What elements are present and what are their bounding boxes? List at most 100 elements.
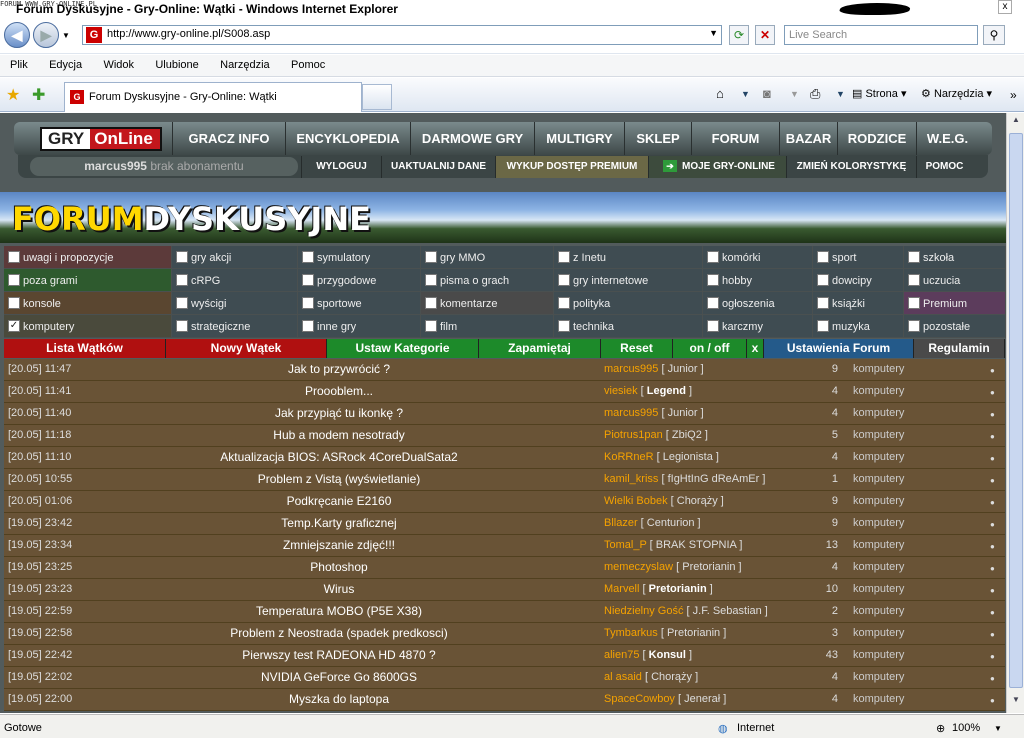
category-uwagi-i-propozycje[interactable]: uwagi i propozycje [4, 246, 172, 269]
menu-item-favorites[interactable]: Ulubione [145, 55, 206, 71]
thread-author[interactable]: al asaid [604, 671, 642, 683]
category-komputery[interactable]: ✓ komputery [4, 315, 172, 338]
category-checkbox[interactable] [425, 251, 437, 263]
home-icon[interactable]: ⌂ [716, 86, 724, 101]
nav-gracz-info[interactable]: GRACZ INFO [172, 122, 285, 155]
thread-title[interactable]: Hub a modem nesotrady [154, 428, 524, 442]
nav-sklep[interactable]: SKLEP [624, 122, 691, 155]
category-strategiczne[interactable]: strategiczne [172, 315, 298, 338]
thread-row[interactable]: [19.05] 22:59 Temperatura MOBO (P5E X38) N… [4, 601, 1005, 623]
close-window-button[interactable]: x [998, 0, 1012, 14]
thread-row[interactable]: [20.05] 10:55 Problem z Vistą (wyświetlan… [4, 469, 1005, 491]
add-favorite-icon[interactable]: ✚ [32, 85, 45, 105]
thread-author[interactable]: Tymbarkus [604, 627, 658, 639]
page-menu-button[interactable]: ▤ Strona ▾ [852, 87, 906, 100]
thread-author[interactable]: marcus995 [604, 407, 658, 419]
scroll-up-icon[interactable]: ▲ [1009, 115, 1023, 131]
thread-author[interactable]: Niedzielny Gość [604, 605, 683, 617]
menu-item-tools[interactable]: Narzędzia [210, 55, 278, 71]
category-ogłoszenia[interactable]: ogłoszenia [703, 292, 813, 315]
category-checkbox[interactable] [302, 297, 314, 309]
thread-title[interactable]: Myszka do laptopa [154, 692, 524, 706]
thread-author[interactable]: Tomal_P [604, 539, 647, 551]
remember-button[interactable]: Zapamiętaj [479, 339, 601, 358]
category-checkbox[interactable] [908, 251, 920, 263]
category-checkbox[interactable] [8, 297, 20, 309]
site-logo[interactable]: GRY OnLine [40, 127, 162, 151]
thread-author[interactable]: Bllazer [604, 517, 638, 529]
category-checkbox[interactable] [425, 320, 437, 332]
thread-row[interactable]: [20.05] 11:41 Proooblem... viesiek [ Legen… [4, 381, 1005, 403]
category-checkbox[interactable] [558, 274, 570, 286]
category-crpg[interactable]: cRPG [172, 269, 298, 292]
category-komentarze[interactable]: komentarze [421, 292, 554, 315]
category-checkbox[interactable] [8, 251, 20, 263]
thread-row[interactable]: [19.05] 22:42 Pierwszy test RADEONA HD 48… [4, 645, 1005, 667]
category-checkbox[interactable] [176, 320, 188, 332]
category-książki[interactable]: książki [813, 292, 904, 315]
category-checkbox[interactable] [817, 251, 829, 263]
menu-item-view[interactable]: Widok [93, 55, 142, 71]
menu-item-file[interactable]: Plik [0, 55, 36, 71]
nav-weg[interactable]: W.E.G. [916, 122, 978, 155]
category-komórki[interactable]: komórki [703, 246, 813, 269]
thread-author[interactable]: alien75 [604, 649, 639, 661]
nav-rodzice[interactable]: RODZICE [837, 122, 916, 155]
thread-title[interactable]: Proooblem... [154, 384, 524, 398]
thread-row[interactable]: [20.05] 11:40 Jak przypiąć tu ikonkę ? mar… [4, 403, 1005, 425]
thread-title[interactable]: Jak to przywrócić ? [154, 362, 524, 376]
thread-author[interactable]: memeczyslaw [604, 561, 673, 573]
thread-row[interactable]: [20.05] 11:18 Hub a modem nesotrady Piotru… [4, 425, 1005, 447]
thread-row[interactable]: [19.05] 23:23 Wirus Marvell [ Pretorianin … [4, 579, 1005, 601]
category-checkbox[interactable] [8, 274, 20, 286]
category-checkbox[interactable] [302, 274, 314, 286]
rss-feed-icon[interactable]: ◙ [763, 86, 771, 101]
rss-dropdown-icon[interactable]: ▼ [790, 89, 799, 99]
category-muzyka[interactable]: muzyka [813, 315, 904, 338]
category-pisma-o-grach[interactable]: pisma o grach [421, 269, 554, 292]
zoom-dropdown-icon[interactable]: ▼ [994, 724, 1002, 733]
menu-item-edit[interactable]: Edycja [39, 55, 90, 71]
category-checkbox[interactable] [707, 320, 719, 332]
tools-menu-button[interactable]: ⚙ Narzędzia ▾ [921, 87, 992, 100]
thread-author[interactable]: Marvell [604, 583, 639, 595]
category-poza-grami[interactable]: poza grami [4, 269, 172, 292]
history-dropdown-icon[interactable]: ▼ [62, 31, 70, 40]
category-polityka[interactable]: polityka [554, 292, 703, 315]
category-dowcipy[interactable]: dowcipy [813, 269, 904, 292]
thread-title[interactable]: Podkręcanie E2160 [154, 494, 524, 508]
thread-author[interactable]: marcus995 [604, 363, 658, 375]
category-checkbox[interactable] [908, 297, 920, 309]
thread-title[interactable]: Problem z Neostrada (spadek predkosci) [154, 626, 524, 640]
thread-title[interactable]: Photoshop [154, 560, 524, 574]
thread-title[interactable]: Temperatura MOBO (P5E X38) [154, 604, 524, 618]
nav-multigry[interactable]: MULTIGRY [534, 122, 624, 155]
thread-row[interactable]: [19.05] 22:02 NVIDIA GeForce Go 8600GS al … [4, 667, 1005, 689]
close-filter-button[interactable]: x [747, 339, 764, 358]
home-dropdown-icon[interactable]: ▼ [741, 89, 750, 99]
buy-premium-link[interactable]: WYKUP DOSTĘP PREMIUM [495, 156, 648, 178]
thread-row[interactable]: [20.05] 11:10 Aktualizacja BIOS: ASRock 4… [4, 447, 1005, 469]
update-data-link[interactable]: UAKTUALNIJ DANE [381, 156, 495, 178]
category-technika[interactable]: technika [554, 315, 703, 338]
thread-row[interactable]: [19.05] 22:00 Myszka do laptopa SpaceCowbo… [4, 689, 1005, 711]
category-film[interactable]: film [421, 315, 554, 338]
help-link[interactable]: POMOC [916, 156, 972, 178]
category-checkbox[interactable] [302, 251, 314, 263]
print-dropdown-icon[interactable]: ▼ [836, 89, 845, 99]
zoom-level[interactable]: 100% [952, 722, 980, 734]
thread-title[interactable]: NVIDIA GeForce Go 8600GS [154, 670, 524, 684]
category-checkbox[interactable] [302, 320, 314, 332]
category-sportowe[interactable]: sportowe [298, 292, 421, 315]
category-uczucia[interactable]: uczucia [904, 269, 1006, 292]
new-tab-button[interactable] [362, 84, 392, 110]
scroll-down-icon[interactable]: ▼ [1009, 695, 1023, 711]
category-szkoła[interactable]: szkoła [904, 246, 1006, 269]
category-checkbox[interactable]: ✓ [8, 320, 20, 332]
new-thread-button[interactable]: Nowy Wątek [166, 339, 327, 358]
my-gry-online-link[interactable]: ➔ MOJE GRY-ONLINE [648, 156, 786, 178]
favorites-star-icon[interactable]: ★ [6, 85, 20, 105]
reset-button[interactable]: Reset [601, 339, 673, 358]
category-gry-mmo[interactable]: gry MMO [421, 246, 554, 269]
category-checkbox[interactable] [176, 274, 188, 286]
